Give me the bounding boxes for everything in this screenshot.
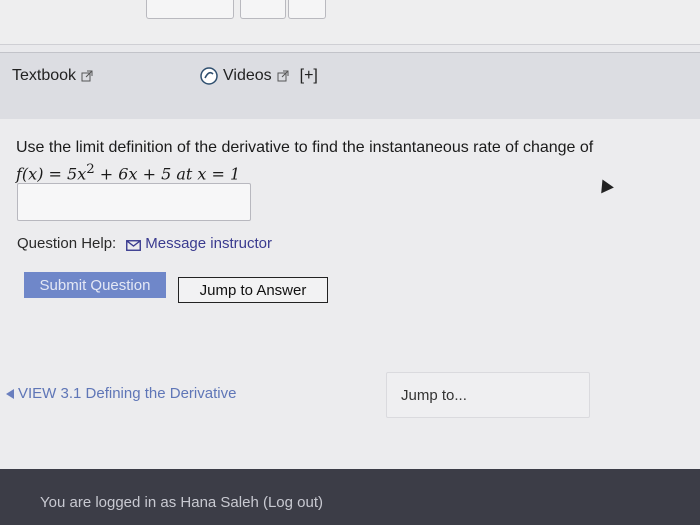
submit-question-button[interactable]: Submit Question [24, 272, 166, 298]
footer: You are logged in as Hana Saleh (Log out… [0, 469, 700, 525]
login-status: You are logged in as Hana Saleh (Log out… [40, 494, 323, 511]
external-link-icon [277, 70, 289, 82]
function-lhs: f(x) = 5x [16, 164, 87, 184]
expand-videos-toggle[interactable]: [+] [300, 67, 318, 85]
toolbar-button[interactable] [288, 0, 326, 19]
left-triangle-icon [6, 388, 14, 399]
answer-input[interactable] [17, 183, 251, 221]
view-section-link[interactable]: VIEW 3.1 Defining the Derivative [6, 385, 236, 402]
jump-to-select[interactable]: Jump to... [386, 372, 590, 418]
question-help: Question Help: Message instructor [17, 235, 272, 252]
message-instructor-label: Message instructor [145, 235, 272, 252]
external-link-icon [81, 70, 93, 82]
videos-label: Videos [223, 67, 272, 84]
video-icon [200, 67, 218, 85]
view-section-label: VIEW 3.1 Defining the Derivative [18, 385, 237, 402]
question-text: Use the limit definition of the derivati… [16, 137, 686, 185]
textbook-label: Textbook [12, 67, 77, 84]
videos-link[interactable]: Videos [+] [200, 67, 318, 85]
resource-bar: Textbook Videos [+] [0, 52, 700, 120]
function-exponent: 2 [86, 162, 95, 177]
message-instructor-link[interactable]: Message instructor [126, 235, 272, 252]
question-panel: Use the limit definition of the derivati… [0, 119, 700, 469]
mail-icon [126, 238, 142, 251]
toolbar-button[interactable] [146, 0, 234, 19]
toolbar-button[interactable] [240, 0, 286, 19]
jump-to-answer-button[interactable]: Jump to Answer [178, 277, 328, 303]
question-prompt: Use the limit definition of the derivati… [16, 139, 594, 156]
question-help-label: Question Help: [17, 235, 117, 252]
textbook-link[interactable]: Textbook [12, 67, 93, 85]
question-function: f(x) = 5x2 + 6x + 5 at x = 1 [16, 159, 686, 185]
top-toolbar [0, 0, 700, 45]
function-rhs: + 6x + 5 at x = 1 [94, 164, 241, 184]
